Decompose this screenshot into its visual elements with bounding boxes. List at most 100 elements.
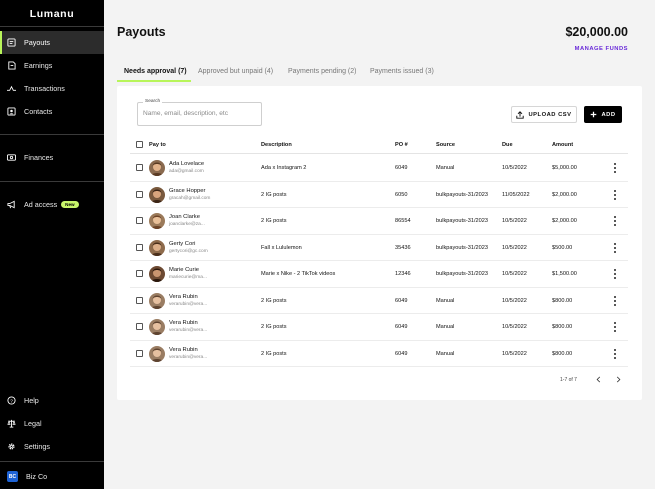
search-label: Search bbox=[143, 99, 163, 104]
more-options-icon[interactable] bbox=[613, 269, 617, 279]
sidebar: Lumanu Payouts Earnings Transactions Con… bbox=[0, 0, 104, 489]
column-header-due: Due bbox=[502, 142, 513, 148]
select-all-checkbox[interactable] bbox=[136, 141, 143, 148]
table-row[interactable]: Marie Curie mariecurie@ma... Marie x Nike … bbox=[130, 261, 628, 288]
account-switcher[interactable]: BC Biz Co bbox=[0, 465, 104, 488]
po-cell: 6050 bbox=[395, 191, 408, 198]
row-checkbox[interactable] bbox=[136, 270, 143, 277]
tab-needs-approval[interactable]: Needs approval (7) bbox=[117, 66, 191, 82]
more-options-icon[interactable] bbox=[613, 348, 617, 359]
new-badge: New bbox=[61, 201, 79, 208]
payee-name: Vera Rubin bbox=[169, 346, 198, 353]
po-cell: 6049 bbox=[395, 324, 408, 330]
legal-icon bbox=[7, 419, 16, 428]
description-cell: 2 IG posts bbox=[261, 297, 287, 304]
table-header: Pay to Description PO # Source Due Amoun… bbox=[130, 136, 628, 154]
add-button[interactable]: ADD bbox=[584, 106, 622, 123]
pagination-text: 1-7 of 7 bbox=[560, 377, 577, 383]
due-cell: 10/5/2022 bbox=[502, 165, 527, 171]
more-options-icon[interactable] bbox=[613, 189, 617, 200]
sidebar-item-legal[interactable]: Legal bbox=[0, 412, 104, 435]
po-cell: 6049 bbox=[395, 297, 408, 304]
more-options-icon[interactable] bbox=[613, 242, 617, 253]
tab-payments-pending[interactable]: Payments pending (2) bbox=[288, 66, 356, 82]
row-checkbox[interactable] bbox=[136, 323, 143, 330]
search-input[interactable] bbox=[143, 110, 258, 117]
description-cell: 2 IG posts bbox=[261, 191, 287, 198]
sidebar-item-label: Settings bbox=[24, 442, 50, 451]
more-options-icon[interactable] bbox=[613, 295, 617, 306]
table-row[interactable]: Joan Clarke joanclarke@za... 2 IG posts 865… bbox=[130, 208, 628, 235]
row-checkbox[interactable] bbox=[136, 296, 143, 304]
description-cell: Marie x Nike - 2 TikTok videos bbox=[261, 271, 336, 277]
row-checkbox[interactable] bbox=[136, 190, 143, 198]
divider bbox=[0, 181, 104, 182]
amount-cell: $5,000.00 bbox=[552, 165, 577, 171]
account-name: Biz Co bbox=[26, 472, 48, 481]
avatar bbox=[149, 186, 165, 203]
transactions-icon bbox=[7, 84, 16, 93]
upload-csv-button[interactable]: UPLOAD CSV bbox=[511, 106, 577, 123]
row-checkbox[interactable] bbox=[136, 349, 143, 357]
source-cell: bulkpayouts-31/2023 bbox=[436, 191, 488, 198]
divider bbox=[0, 26, 104, 27]
divider bbox=[0, 461, 104, 462]
earnings-icon bbox=[7, 61, 16, 70]
row-checkbox[interactable] bbox=[136, 243, 143, 251]
table-row[interactable]: Grace Hopper gracah@gmail.com 2 IG posts 60… bbox=[130, 182, 628, 208]
amount-cell: $500.00 bbox=[552, 244, 573, 251]
payee-name: Gerty Cori bbox=[169, 240, 196, 247]
megaphone-icon bbox=[7, 200, 16, 209]
sidebar-item-finances[interactable]: Finances bbox=[0, 146, 104, 169]
sidebar-item-contacts[interactable]: Contacts bbox=[0, 100, 104, 123]
divider bbox=[0, 134, 104, 135]
search-box: Search bbox=[137, 99, 262, 126]
column-header-source: Source bbox=[436, 142, 455, 148]
manage-funds-link[interactable]: MANAGE FUNDS bbox=[575, 46, 628, 52]
upload-csv-label: UPLOAD CSV bbox=[528, 111, 572, 118]
due-cell: 10/5/2022 bbox=[502, 218, 527, 224]
previous-page-button[interactable] bbox=[594, 374, 602, 384]
sidebar-item-help[interactable]: ? Help bbox=[0, 389, 104, 412]
row-checkbox[interactable] bbox=[136, 164, 143, 171]
sidebar-item-label: Payouts bbox=[24, 38, 50, 47]
more-options-icon[interactable] bbox=[613, 216, 617, 226]
tab-payments-issued[interactable]: Payments issued (3) bbox=[370, 66, 434, 82]
chevron-left-icon bbox=[596, 376, 600, 382]
row-checkbox[interactable] bbox=[136, 217, 143, 224]
payee-name: Joan Clarke bbox=[169, 214, 200, 220]
sidebar-item-earnings[interactable]: Earnings bbox=[0, 54, 104, 77]
table-row[interactable]: Ada Lovelace ada@gmail.com Ada x Instagram… bbox=[130, 155, 628, 182]
sidebar-item-ad-access[interactable]: Ad access New bbox=[0, 193, 104, 216]
table-row[interactable]: Vera Rubin verarubin@vera... 2 IG posts 604… bbox=[130, 314, 628, 341]
next-page-button[interactable] bbox=[614, 374, 622, 384]
source-cell: Manual bbox=[436, 165, 455, 171]
table-row[interactable]: Vera Rubin verarubin@vera... 2 IG posts 604… bbox=[130, 288, 628, 314]
payee-name: Vera Rubin bbox=[169, 320, 198, 326]
sidebar-item-settings[interactable]: Settings bbox=[0, 435, 104, 458]
table-row[interactable]: Gerty Cori gertycori@gc.com Fall x Lululem… bbox=[130, 235, 628, 261]
amount-cell: $1,500.00 bbox=[552, 271, 577, 277]
chevron-right-icon bbox=[616, 376, 620, 382]
description-cell: 2 IG posts bbox=[261, 324, 287, 330]
sidebar-item-payouts[interactable]: Payouts bbox=[0, 31, 104, 54]
avatar bbox=[149, 266, 165, 282]
payee-name: Grace Hopper bbox=[169, 187, 206, 194]
payee-email: gertycori@gc.com bbox=[169, 248, 208, 254]
upload-icon bbox=[516, 110, 525, 119]
column-header-description: Description bbox=[261, 142, 292, 148]
payee-email: joanclarke@za... bbox=[169, 222, 205, 227]
po-cell: 6049 bbox=[395, 165, 408, 171]
avatar bbox=[149, 160, 165, 176]
due-cell: 10/5/2022 bbox=[502, 244, 527, 251]
tab-approved-but-unpaid[interactable]: Approved but unpaid (4) bbox=[198, 66, 273, 82]
payee-email: ada@gmail.com bbox=[169, 169, 204, 174]
sidebar-item-transactions[interactable]: Transactions bbox=[0, 77, 104, 100]
source-cell: bulkpayouts-31/2023 bbox=[436, 244, 488, 251]
more-options-icon[interactable] bbox=[613, 163, 617, 173]
avatar bbox=[149, 345, 165, 362]
more-options-icon[interactable] bbox=[613, 322, 617, 332]
table-row[interactable]: Vera Rubin verarubin@vera... 2 IG posts 604… bbox=[130, 341, 628, 367]
avatar bbox=[149, 292, 165, 309]
column-header-po: PO # bbox=[395, 142, 408, 148]
